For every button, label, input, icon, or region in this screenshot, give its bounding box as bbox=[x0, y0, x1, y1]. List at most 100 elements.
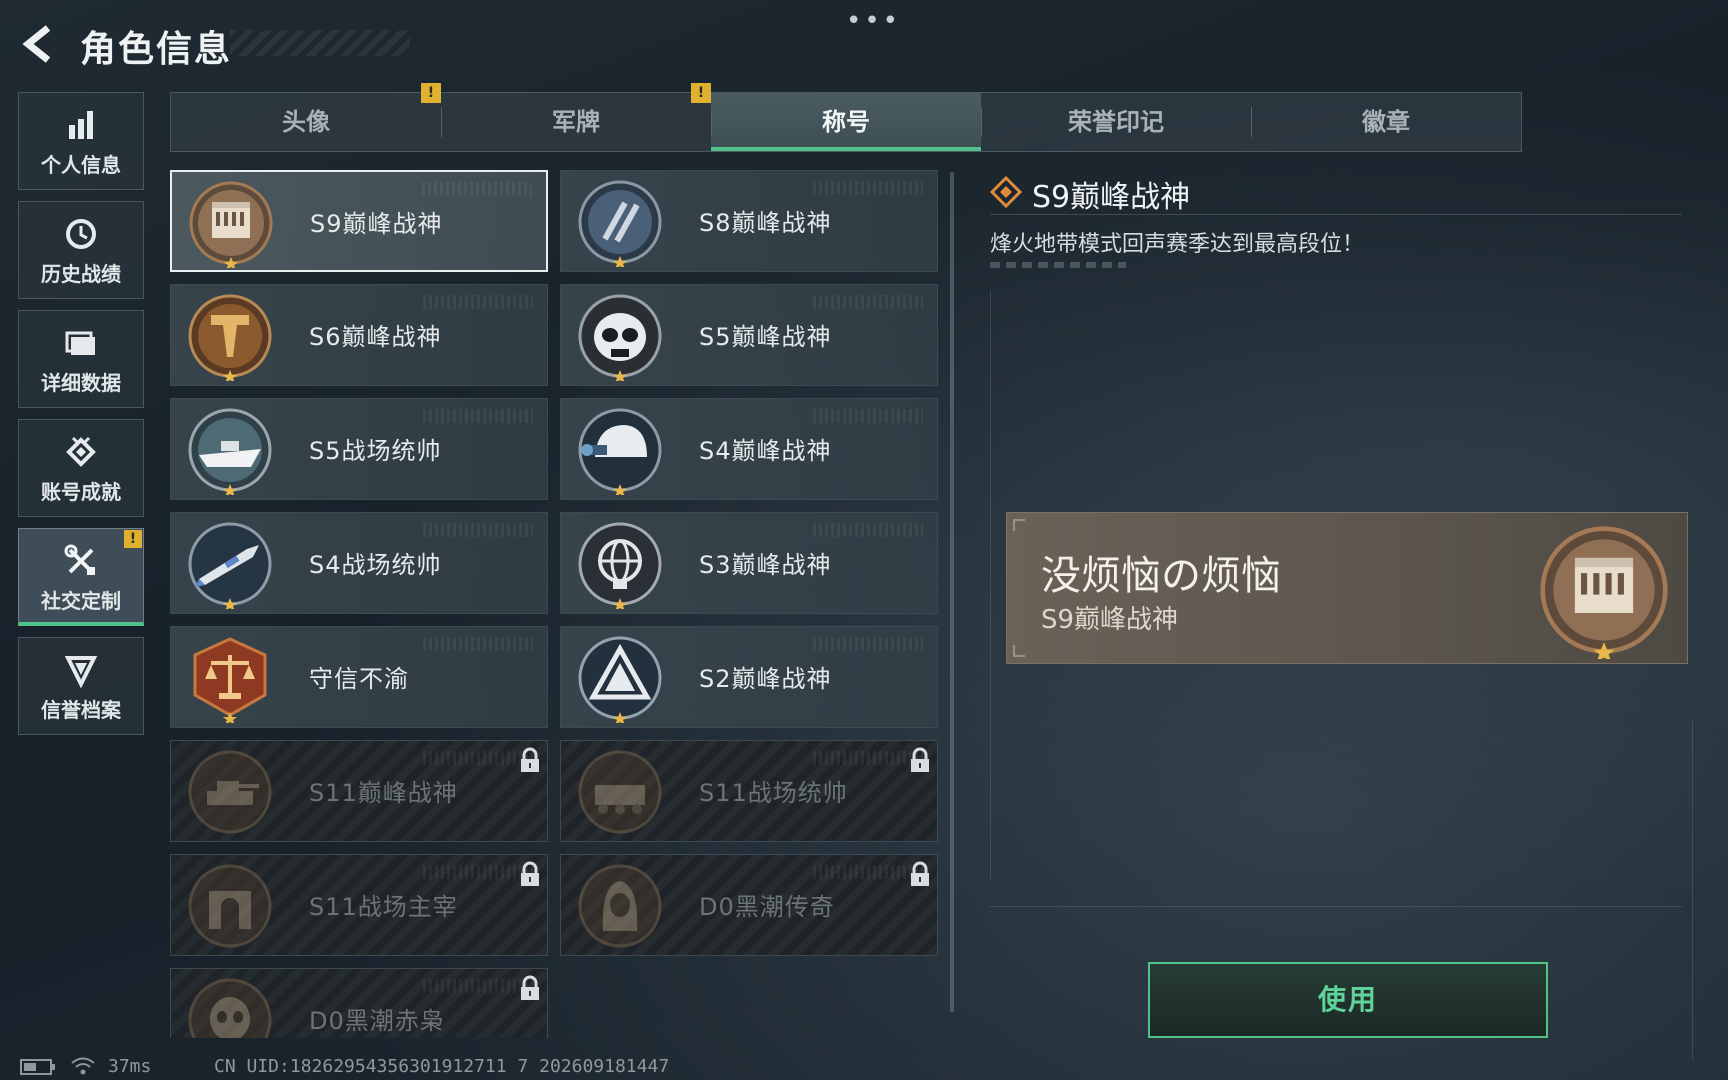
folder-icon bbox=[65, 331, 95, 355]
scales-emblem-icon bbox=[193, 637, 267, 723]
tab-avatar[interactable]: 头像 ! bbox=[171, 83, 441, 151]
title-label: S4战场统帅 bbox=[309, 551, 442, 579]
skull-emblem-icon bbox=[188, 978, 272, 1038]
list-scrollbar[interactable] bbox=[950, 172, 954, 1012]
preview-title: S9巅峰战神 bbox=[1041, 605, 1179, 635]
nav-label: 详细数据 bbox=[41, 371, 121, 395]
title-card-s5-peak[interactable]: S5巅峰战神 bbox=[560, 284, 938, 386]
title-label: S2巅峰战神 bbox=[699, 665, 832, 693]
clock-icon bbox=[66, 219, 96, 249]
tab-bar: 头像 ! 军牌 ! 称号 荣誉印记 徽章 bbox=[170, 83, 1522, 152]
tab-label: 徽章 bbox=[1362, 108, 1410, 136]
nav-item-credit[interactable]: 信誉档案 bbox=[18, 637, 144, 735]
title-card-s11-peak[interactable]: S11巅峰战神 bbox=[170, 740, 548, 842]
tab-label: 荣誉印记 bbox=[1068, 108, 1164, 136]
title-card-s8-peak[interactable]: S8巅峰战神 bbox=[560, 170, 938, 272]
title-card-d0-owl[interactable]: D0黑潮赤枭 bbox=[170, 968, 548, 1038]
stripes-emblem-icon bbox=[578, 180, 662, 267]
arch-emblem-icon bbox=[188, 864, 272, 948]
battery-icon bbox=[20, 1059, 55, 1075]
title-card-s4-commander[interactable]: S4战场统帅 bbox=[170, 512, 548, 614]
nav-label: 历史战绩 bbox=[41, 262, 121, 286]
lock-icon bbox=[521, 861, 539, 886]
bar-chart-icon bbox=[69, 111, 93, 139]
side-nav: 个人信息 历史战绩 详细数据 账号成就 ! 社交定制 信誉档案 bbox=[18, 92, 144, 746]
more-options-icon[interactable]: ••• bbox=[846, 6, 901, 36]
tab-titles[interactable]: 称号 bbox=[711, 93, 981, 151]
title-list: S9巅峰战神 S8巅峰战神 S6巅峰战神 S5巅峰战神 S5战场统帅 S4巅峰战… bbox=[170, 170, 940, 1038]
tab-label: 军牌 bbox=[552, 108, 600, 136]
nav-label: 社交定制 bbox=[41, 589, 121, 613]
nav-item-history[interactable]: 历史战绩 bbox=[18, 201, 144, 299]
frame-line bbox=[1692, 720, 1693, 1060]
nav-label: 账号成就 bbox=[41, 480, 121, 504]
use-button[interactable]: 使用 bbox=[1148, 962, 1548, 1038]
top-bar: 角色信息 ••• bbox=[0, 0, 1728, 86]
achievement-icon bbox=[66, 436, 96, 467]
title-card-s11-dominator[interactable]: S11战场主宰 bbox=[170, 854, 548, 956]
nav-label: 信誉档案 bbox=[41, 698, 121, 722]
title-label: S11战场统帅 bbox=[699, 779, 848, 807]
building-emblem-icon bbox=[1540, 526, 1668, 659]
player-name: 没烦恼の烦恼 bbox=[1041, 553, 1281, 599]
triangle-emblem-icon bbox=[578, 636, 662, 723]
diamond-icon bbox=[990, 176, 1022, 208]
detail-title: S9巅峰战神 bbox=[1032, 180, 1191, 215]
boat-emblem-icon bbox=[188, 408, 272, 495]
corner-mark bbox=[1013, 645, 1025, 657]
tab-dogtag[interactable]: 军牌 ! bbox=[441, 83, 711, 151]
title-card-d0-legend[interactable]: D0黑潮传奇 bbox=[560, 854, 938, 956]
decorative-dots bbox=[990, 262, 1126, 268]
tab-honor-marks[interactable]: 荣誉印记 bbox=[981, 93, 1251, 151]
title-card-s9-peak[interactable]: S9巅峰战神 bbox=[170, 170, 548, 272]
nav-item-achievements[interactable]: 账号成就 bbox=[18, 419, 144, 517]
helmet-nvg-emblem-icon bbox=[578, 408, 662, 495]
apc-emblem-icon bbox=[578, 750, 662, 834]
frame-line bbox=[990, 906, 1682, 907]
title-label: S5战场统帅 bbox=[309, 437, 442, 465]
back-arrow-icon[interactable] bbox=[18, 22, 62, 66]
title-card-s4-peak[interactable]: S4巅峰战神 bbox=[560, 398, 938, 500]
lock-icon bbox=[911, 861, 929, 886]
tools-icon bbox=[64, 544, 95, 575]
tab-label: 称号 bbox=[822, 108, 870, 136]
title-label: S5巅峰战神 bbox=[699, 323, 832, 351]
title-label: S6巅峰战神 bbox=[309, 323, 442, 351]
tab-badges[interactable]: 徽章 bbox=[1251, 93, 1521, 151]
title-label: S4巅峰战神 bbox=[699, 437, 832, 465]
nav-item-social[interactable]: ! 社交定制 bbox=[18, 528, 144, 626]
title-card-s3-peak[interactable]: S3巅峰战神 bbox=[560, 512, 938, 614]
ping-readout: 37ms bbox=[108, 1056, 152, 1077]
alert-badge: ! bbox=[421, 83, 441, 103]
title-label: S11战场主宰 bbox=[309, 893, 458, 921]
title-card-s11-commander[interactable]: S11战场统帅 bbox=[560, 740, 938, 842]
title-decoration bbox=[230, 30, 410, 56]
title-card-s2-peak[interactable]: S2巅峰战神 bbox=[560, 626, 938, 728]
lock-icon bbox=[521, 747, 539, 772]
title-card-s6-peak[interactable]: S6巅峰战神 bbox=[170, 284, 548, 386]
title-label: S11巅峰战神 bbox=[309, 779, 458, 807]
lock-icon bbox=[521, 975, 539, 1000]
building-emblem-icon bbox=[189, 181, 273, 268]
lock-icon bbox=[911, 747, 929, 772]
nav-item-details[interactable]: 详细数据 bbox=[18, 310, 144, 408]
alert-badge: ! bbox=[691, 83, 711, 103]
nav-item-profile[interactable]: 个人信息 bbox=[18, 92, 144, 190]
tab-label: 头像 bbox=[282, 108, 330, 136]
title-label: S8巅峰战神 bbox=[699, 209, 832, 237]
title-preview-card: 没烦恼の烦恼 S9巅峰战神 bbox=[1006, 512, 1688, 664]
frame-line bbox=[990, 290, 991, 880]
title-card-s5-commander[interactable]: S5战场统帅 bbox=[170, 398, 548, 500]
user-id: CN UID:18262954356301912711 7 2026091814… bbox=[214, 1056, 670, 1077]
title-label: D0黑潮传奇 bbox=[699, 893, 835, 921]
title-label: D0黑潮赤枭 bbox=[309, 1007, 445, 1035]
detail-description: 烽火地带模式回声赛季达到最高段位！ bbox=[990, 232, 1365, 257]
skull-mask-emblem-icon bbox=[578, 294, 662, 381]
title-label: S3巅峰战神 bbox=[699, 551, 832, 579]
title-card-trustworthy[interactable]: 守信不渝 bbox=[170, 626, 548, 728]
globe-emblem-icon bbox=[578, 522, 662, 609]
shield-v-icon bbox=[64, 656, 98, 688]
title-label: 守信不渝 bbox=[309, 665, 409, 693]
divider bbox=[990, 214, 1682, 215]
corner-mark bbox=[1013, 519, 1025, 531]
